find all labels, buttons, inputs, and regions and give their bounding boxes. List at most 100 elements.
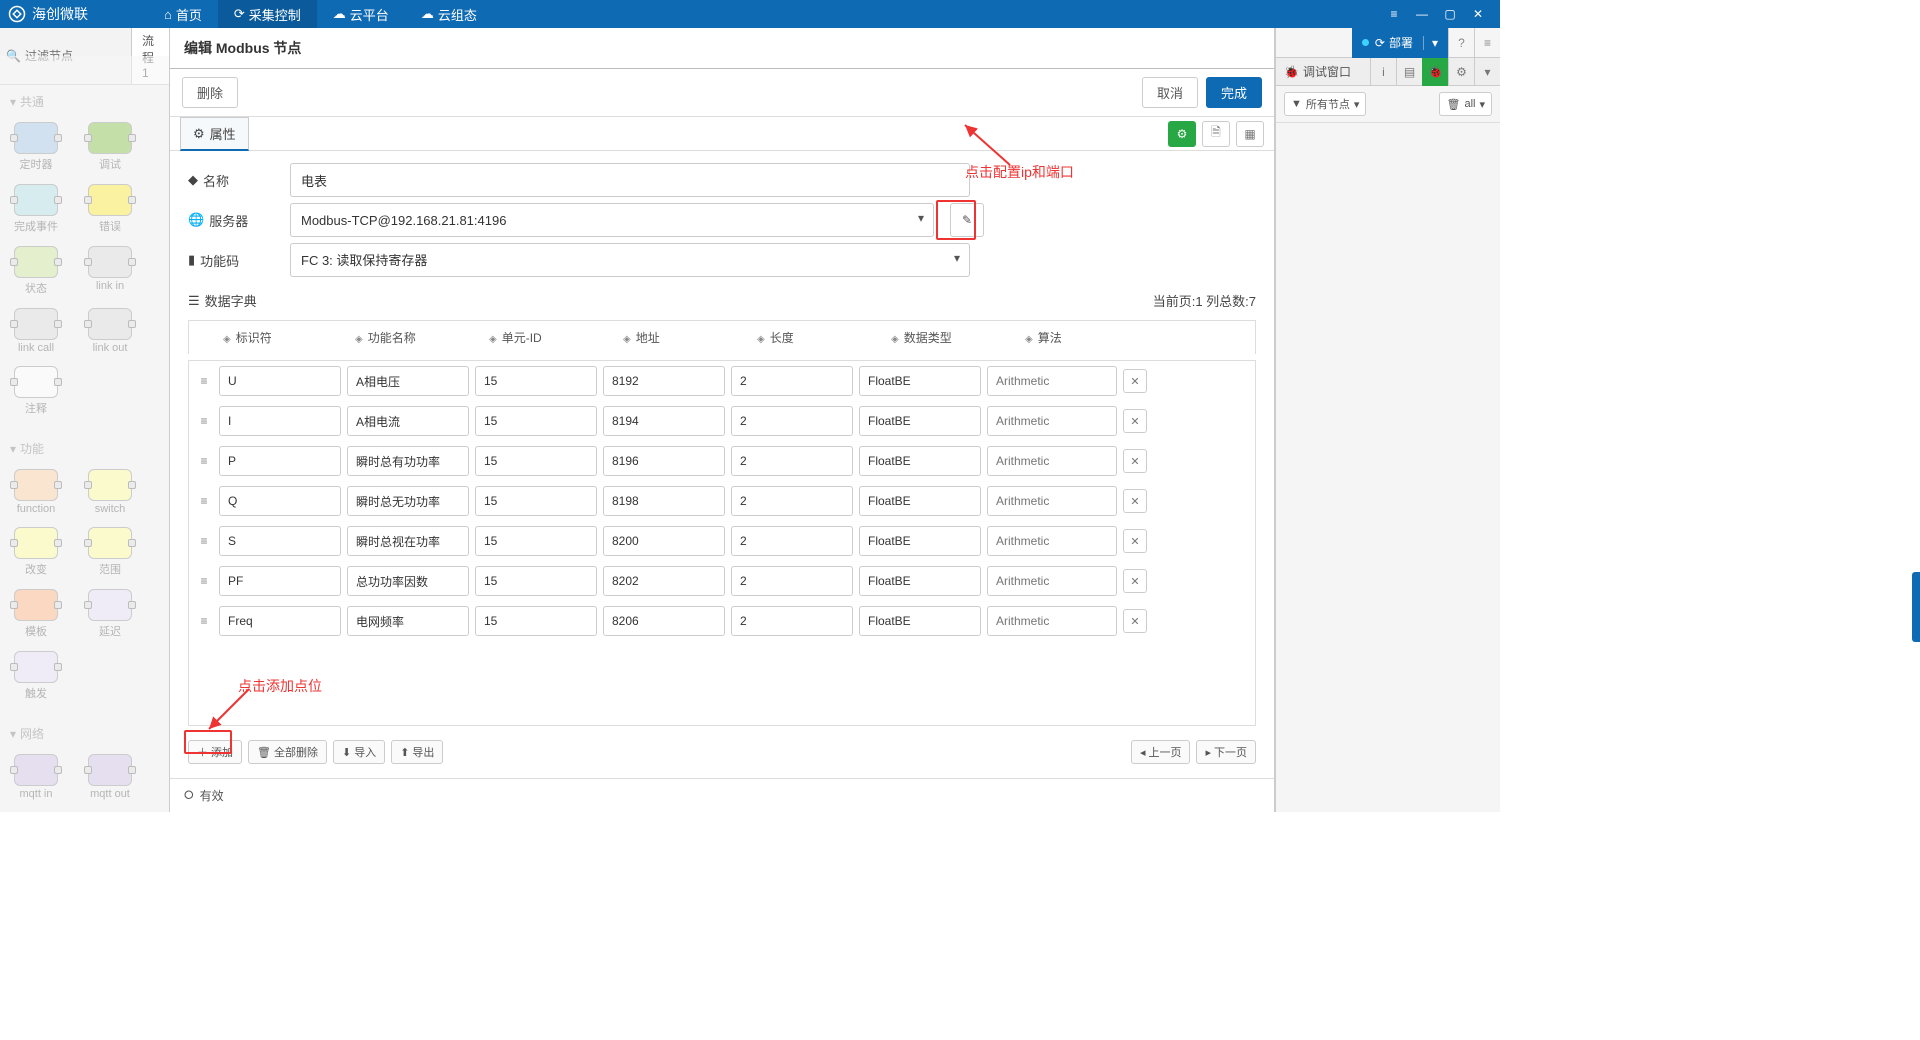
palette-node[interactable]: link out — [82, 308, 138, 354]
cell-len[interactable] — [731, 406, 853, 436]
window-minimize-icon[interactable]: — — [1408, 0, 1436, 28]
prev-page-button[interactable]: ◂上一页 — [1131, 740, 1191, 764]
cell-id[interactable] — [219, 406, 341, 436]
chevron-down-icon[interactable]: ▾ — [1423, 36, 1438, 50]
remove-row-button[interactable]: ✕ — [1123, 449, 1147, 473]
window-close-icon[interactable]: ✕ — [1464, 0, 1492, 28]
remove-row-button[interactable]: ✕ — [1123, 369, 1147, 393]
right-edge-handle[interactable] — [1912, 572, 1920, 642]
drag-handle-icon[interactable]: ≡ — [195, 494, 213, 508]
palette-node[interactable]: 模板 — [8, 589, 64, 639]
nav-collect[interactable]: ⟳采集控制 — [218, 0, 317, 28]
name-input[interactable] — [290, 163, 970, 197]
cell-dtype[interactable]: FloatBE — [859, 566, 981, 596]
menu-icon[interactable]: ≡ — [1474, 28, 1500, 58]
cell-fn[interactable] — [347, 486, 469, 516]
export-button[interactable]: ⬆导出 — [391, 740, 443, 764]
next-page-button[interactable]: ▸下一页 — [1196, 740, 1256, 764]
cell-addr[interactable] — [603, 486, 725, 516]
edit-server-button[interactable]: ✎ — [950, 203, 984, 237]
sidebar-gear-icon[interactable]: ⚙ — [1448, 58, 1474, 86]
cell-alg[interactable] — [987, 366, 1117, 396]
palette-node[interactable]: link call — [8, 308, 64, 354]
palette-node[interactable]: 调试 — [82, 122, 138, 172]
nav-cloud-config[interactable]: ☁云组态 — [405, 0, 493, 28]
palette-node[interactable]: link in — [82, 246, 138, 296]
palette-node[interactable]: 状态 — [8, 246, 64, 296]
node-layout-icon[interactable]: ▦ — [1236, 121, 1264, 147]
flow-tab[interactable]: 流程1 — [131, 28, 169, 84]
cell-dtype[interactable]: FloatBE — [859, 486, 981, 516]
drag-handle-icon[interactable]: ≡ — [195, 574, 213, 588]
palette-search[interactable]: 🔍 — [0, 45, 131, 67]
help-icon[interactable]: ? — [1448, 28, 1474, 58]
node-doc-icon[interactable]: 🗎 — [1202, 121, 1230, 147]
cell-len[interactable] — [731, 446, 853, 476]
palette-node[interactable]: 错误 — [82, 184, 138, 234]
sidebar-info-icon[interactable]: i — [1370, 58, 1396, 86]
cell-uid[interactable] — [475, 526, 597, 556]
palette-node[interactable]: 范围 — [82, 527, 138, 577]
cell-len[interactable] — [731, 366, 853, 396]
palette-search-input[interactable] — [25, 49, 125, 63]
nav-home[interactable]: ⌂首页 — [148, 0, 218, 28]
cell-id[interactable] — [219, 446, 341, 476]
cell-fn[interactable] — [347, 526, 469, 556]
cell-uid[interactable] — [475, 606, 597, 636]
cell-len[interactable] — [731, 526, 853, 556]
palette-node[interactable]: function — [8, 469, 64, 515]
cell-id[interactable] — [219, 366, 341, 396]
cell-fn[interactable] — [347, 566, 469, 596]
node-enabled-icon[interactable]: ⚙ — [1168, 121, 1196, 147]
remove-row-button[interactable]: ✕ — [1123, 569, 1147, 593]
drag-handle-icon[interactable]: ≡ — [195, 454, 213, 468]
drag-handle-icon[interactable]: ≡ — [195, 534, 213, 548]
cell-alg[interactable] — [987, 606, 1117, 636]
cell-uid[interactable] — [475, 406, 597, 436]
window-menu-icon[interactable]: ≡ — [1380, 0, 1408, 28]
cell-id[interactable] — [219, 526, 341, 556]
cell-addr[interactable] — [603, 526, 725, 556]
import-button[interactable]: ⬇导入 — [333, 740, 385, 764]
cell-addr[interactable] — [603, 606, 725, 636]
remove-row-button[interactable]: ✕ — [1123, 529, 1147, 553]
add-row-button[interactable]: ＋添加 — [188, 740, 242, 764]
cell-addr[interactable] — [603, 566, 725, 596]
cell-alg[interactable] — [987, 486, 1117, 516]
cell-uid[interactable] — [475, 566, 597, 596]
window-maximize-icon[interactable]: ▢ — [1436, 0, 1464, 28]
filter-all[interactable]: 🗑all▾ — [1439, 92, 1492, 116]
cell-id[interactable] — [219, 566, 341, 596]
funccode-select[interactable]: FC 3: 读取保持寄存器 — [290, 243, 970, 277]
cell-len[interactable] — [731, 566, 853, 596]
cell-addr[interactable] — [603, 406, 725, 436]
cell-alg[interactable] — [987, 566, 1117, 596]
cell-fn[interactable] — [347, 446, 469, 476]
remove-row-button[interactable]: ✕ — [1123, 489, 1147, 513]
cell-alg[interactable] — [987, 526, 1117, 556]
group-function[interactable]: 功能 — [0, 432, 169, 465]
cell-len[interactable] — [731, 486, 853, 516]
group-common[interactable]: 共通 — [0, 85, 169, 118]
palette-node[interactable]: 定时器 — [8, 122, 64, 172]
remove-row-button[interactable]: ✕ — [1123, 609, 1147, 633]
palette-node[interactable]: mqtt in — [8, 754, 64, 800]
palette-node[interactable]: 触发 — [8, 651, 64, 701]
cell-alg[interactable] — [987, 406, 1117, 436]
sidebar-chevron-icon[interactable]: ▾ — [1474, 58, 1500, 86]
palette-node[interactable]: mqtt out — [82, 754, 138, 800]
sidebar-bug-icon[interactable]: 🐞 — [1422, 58, 1448, 86]
palette-node[interactable]: 延迟 — [82, 589, 138, 639]
cell-fn[interactable] — [347, 406, 469, 436]
cell-uid[interactable] — [475, 486, 597, 516]
delete-all-button[interactable]: 🗑全部删除 — [248, 740, 327, 764]
palette-node[interactable]: 注释 — [8, 366, 64, 416]
cell-dtype[interactable]: FloatBE — [859, 406, 981, 436]
cell-fn[interactable] — [347, 366, 469, 396]
palette-node[interactable]: switch — [82, 469, 138, 515]
filter-nodes[interactable]: ▼所有节点▾ — [1284, 92, 1366, 116]
delete-button[interactable]: 删除 — [182, 77, 238, 108]
cancel-button[interactable]: 取消 — [1142, 77, 1198, 108]
sidebar-book-icon[interactable]: ▤ — [1396, 58, 1422, 86]
cell-len[interactable] — [731, 606, 853, 636]
